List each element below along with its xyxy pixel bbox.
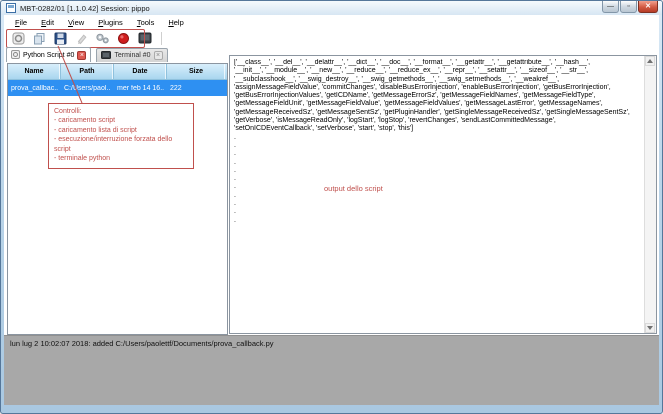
output-dot-line: . bbox=[234, 167, 643, 175]
output-line: 'assignMessageFieldValue', 'commitChange… bbox=[234, 84, 643, 92]
controls-annotation-item: - caricamento lista di script bbox=[54, 126, 188, 135]
column-header[interactable]: Date bbox=[114, 64, 167, 79]
tab-python-script[interactable]: Python Script #0 × bbox=[6, 47, 91, 62]
output-dot-line: . bbox=[234, 208, 643, 216]
cell-date: mer feb 14 16.. bbox=[114, 85, 167, 92]
load-script-list-icon[interactable] bbox=[32, 31, 47, 46]
terminal-icon[interactable] bbox=[137, 31, 152, 46]
controls-annotation-item: - terminale python bbox=[54, 154, 188, 163]
settings-gears-icon[interactable] bbox=[95, 31, 110, 46]
controls-annotation-list: - caricamento script- caricamento lista … bbox=[54, 116, 188, 163]
output-line: '__init__', '__module__', '__new__', '__… bbox=[234, 67, 643, 75]
vertical-scrollbar[interactable] bbox=[644, 56, 656, 333]
output-dot-line: . bbox=[234, 142, 643, 150]
output-dot-line: . bbox=[234, 150, 643, 158]
scroll-up-icon[interactable] bbox=[645, 56, 655, 66]
menu-item[interactable]: Edit bbox=[34, 18, 61, 27]
cell-size: 222 bbox=[167, 85, 225, 92]
status-log: lun lug 2 10:02:07 2018: added C:/Users/… bbox=[4, 335, 659, 405]
menu-bar: FileEditViewPluginsToolsHelp bbox=[4, 15, 659, 29]
output-dot-line: . bbox=[234, 200, 643, 208]
output-annotation: output dello script bbox=[324, 184, 383, 193]
tab-label: Python Script #0 bbox=[23, 52, 74, 59]
controls-annotation: Controlli: - caricamento script- caricam… bbox=[48, 103, 194, 169]
tab-close-icon[interactable]: × bbox=[77, 51, 86, 60]
tab-terminal[interactable]: Terminal #0 × bbox=[96, 48, 167, 62]
output-dot-line: . bbox=[234, 183, 643, 191]
record-stop-icon[interactable] bbox=[116, 31, 131, 46]
controls-annotation-item: - caricamento script bbox=[54, 116, 188, 125]
script-output-panel: ['__class__', '__del__', '__delattr__', … bbox=[229, 55, 657, 334]
edit-pencil-icon[interactable] bbox=[74, 31, 89, 46]
output-dot-line: . bbox=[234, 134, 643, 142]
tab-close-icon[interactable]: × bbox=[154, 51, 163, 60]
window-title: MBT-0282/01 [1.1.0.42] Session: pippo bbox=[20, 4, 150, 13]
output-dot-line: . bbox=[234, 159, 643, 167]
window-controls: — ▫ ✕ bbox=[602, 1, 658, 13]
output-line: 'getBusErrorInjectionValues', 'getICDNam… bbox=[234, 92, 643, 100]
title-bar[interactable]: MBT-0282/01 [1.1.0.42] Session: pippo bbox=[1, 1, 662, 15]
close-button[interactable]: ✕ bbox=[638, 1, 658, 13]
menu-item[interactable]: Plugins bbox=[91, 18, 130, 27]
table-header: NamePathDateSize bbox=[8, 64, 227, 80]
client-area: FileEditViewPluginsToolsHelp bbox=[4, 15, 659, 405]
app-icon bbox=[6, 3, 16, 13]
terminal-icon bbox=[101, 51, 111, 61]
table-body: prova_callbac.. C:/Users/paol.. mer feb … bbox=[8, 80, 227, 96]
maximize-button[interactable]: ▫ bbox=[620, 1, 637, 13]
output-dot-line: . bbox=[234, 192, 643, 200]
scroll-down-icon[interactable] bbox=[645, 323, 655, 333]
output-line: ['__class__', '__del__', '__delattr__', … bbox=[234, 59, 643, 67]
output-dot-line: . bbox=[234, 217, 643, 225]
output-line: 'setOnICDEventCallback', 'setVerbose', '… bbox=[234, 125, 643, 133]
tab-label: Terminal #0 bbox=[114, 52, 150, 59]
save-icon[interactable] bbox=[53, 31, 68, 46]
python-script-icon bbox=[11, 50, 20, 61]
output-line: 'getMessageFieldUnit', 'getMessageFieldV… bbox=[234, 100, 643, 108]
controls-annotation-title: Controlli: bbox=[54, 107, 188, 116]
output-line: '__subclasshook__', '__swig_destroy__', … bbox=[234, 76, 643, 84]
menu-item[interactable]: View bbox=[61, 18, 91, 27]
application-window: MBT-0282/01 [1.1.0.42] Session: pippo — … bbox=[0, 0, 663, 414]
menu-item[interactable]: Tools bbox=[130, 18, 162, 27]
output-line: 'getVerbose', 'isMessageReadOnly', 'logS… bbox=[234, 117, 643, 125]
menu-item[interactable]: File bbox=[8, 18, 34, 27]
load-script-icon[interactable] bbox=[11, 31, 26, 46]
column-header[interactable]: Name bbox=[8, 64, 61, 79]
status-log-text: lun lug 2 10:02:07 2018: added C:/Users/… bbox=[10, 339, 274, 348]
cell-path: C:/Users/paol.. bbox=[61, 85, 114, 92]
output-line: 'getMessageReceivedSz', 'getMessageSentS… bbox=[234, 109, 643, 117]
toolbar bbox=[4, 29, 659, 47]
output-dot-line: . bbox=[234, 175, 643, 183]
table-row[interactable]: prova_callbac.. C:/Users/paol.. mer feb … bbox=[8, 80, 227, 96]
column-header[interactable]: Path bbox=[61, 64, 114, 79]
column-header[interactable]: Size bbox=[167, 64, 225, 79]
toolbar-separator bbox=[161, 32, 162, 45]
menu-item[interactable]: Help bbox=[161, 18, 190, 27]
controls-annotation-item: - esecuzione/interruzione forzata dello … bbox=[54, 135, 188, 154]
script-output-text: ['__class__', '__del__', '__delattr__', … bbox=[234, 59, 643, 331]
tab-bar: Python Script #0 × Terminal #0 × bbox=[4, 47, 168, 63]
cell-name: prova_callbac.. bbox=[8, 85, 61, 92]
minimize-button[interactable]: — bbox=[602, 1, 619, 13]
